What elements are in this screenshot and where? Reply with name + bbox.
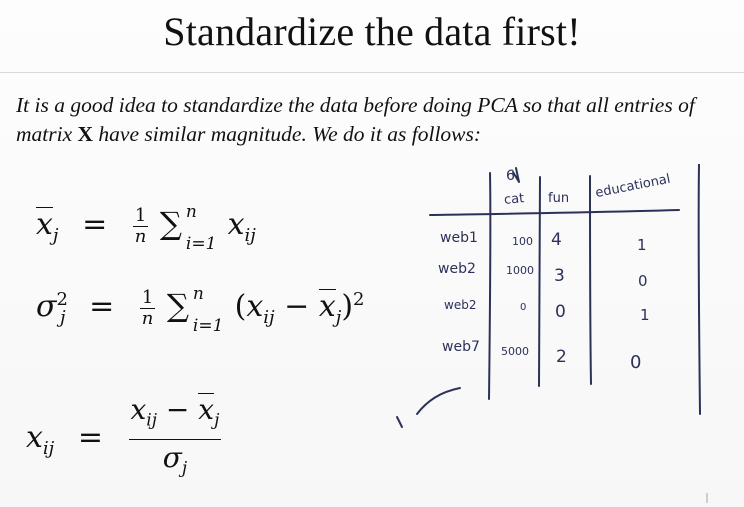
cat-fun-separator	[538, 176, 541, 387]
variance-formula: σ2j = 1n ∑ n i=1 (xij − xj)2	[36, 284, 365, 336]
row-label-separator	[488, 172, 492, 400]
row-1-cat: 100	[512, 235, 533, 248]
row-4-fun: 2	[556, 347, 567, 367]
mean-fraction: 1n	[132, 204, 149, 247]
row-1-fun: 4	[551, 230, 562, 250]
standardized-lhs: xij	[26, 420, 55, 460]
slide: Standardize the data first! It is a good…	[0, 0, 744, 507]
variance-summation: ∑ n i=1	[166, 284, 224, 336]
fun-educational-separator	[589, 175, 592, 385]
mean-lhs: xj	[36, 207, 59, 246]
row-3-fun: 0	[555, 302, 566, 322]
column-header-fun: fun	[548, 191, 570, 206]
table-header-line	[429, 209, 680, 216]
row-2-cat: 1000	[506, 264, 534, 277]
matrix-symbol: X	[77, 122, 94, 146]
row-label-2: web2	[438, 261, 476, 277]
variance-lhs: σ2j	[36, 289, 68, 328]
title-divider	[0, 72, 744, 73]
row-label-4: web7	[442, 339, 480, 355]
row-label-3: web2	[444, 298, 477, 312]
row-label-1: web1	[440, 230, 478, 246]
standardized-fraction: xij − xj σj	[128, 393, 222, 479]
intro-paragraph: It is a good idea to standardize the dat…	[16, 91, 736, 149]
marker-label: 6	[506, 168, 515, 184]
column-header-cat: cat	[503, 191, 525, 208]
row-3-cat: 0	[520, 302, 527, 313]
cursor-mark	[706, 493, 708, 503]
mean-summation: ∑ n i=1	[159, 202, 217, 254]
row-1-educational: 1	[637, 236, 647, 254]
row-4-educational: 0	[630, 352, 642, 373]
mean-formula: xj = 1n ∑ n i=1 xij	[36, 202, 256, 254]
row-4-cat: 5000	[501, 345, 529, 358]
row-3-educational: 1	[640, 306, 650, 324]
pen-curve	[416, 387, 461, 415]
row-2-fun: 3	[554, 266, 565, 286]
intro-text-end: have similar magnitude. We do it as foll…	[93, 122, 482, 146]
handwritten-table: 6 cat fun educational web1 100 4 1 web2 …	[392, 164, 744, 450]
pen-tick	[396, 416, 403, 428]
slide-title: Standardize the data first!	[163, 9, 581, 54]
row-2-educational: 0	[638, 272, 648, 290]
variance-fraction: 1n	[139, 286, 156, 329]
standardized-formula: xij = xij − xj σj	[26, 392, 223, 486]
right-border-line	[697, 164, 701, 415]
